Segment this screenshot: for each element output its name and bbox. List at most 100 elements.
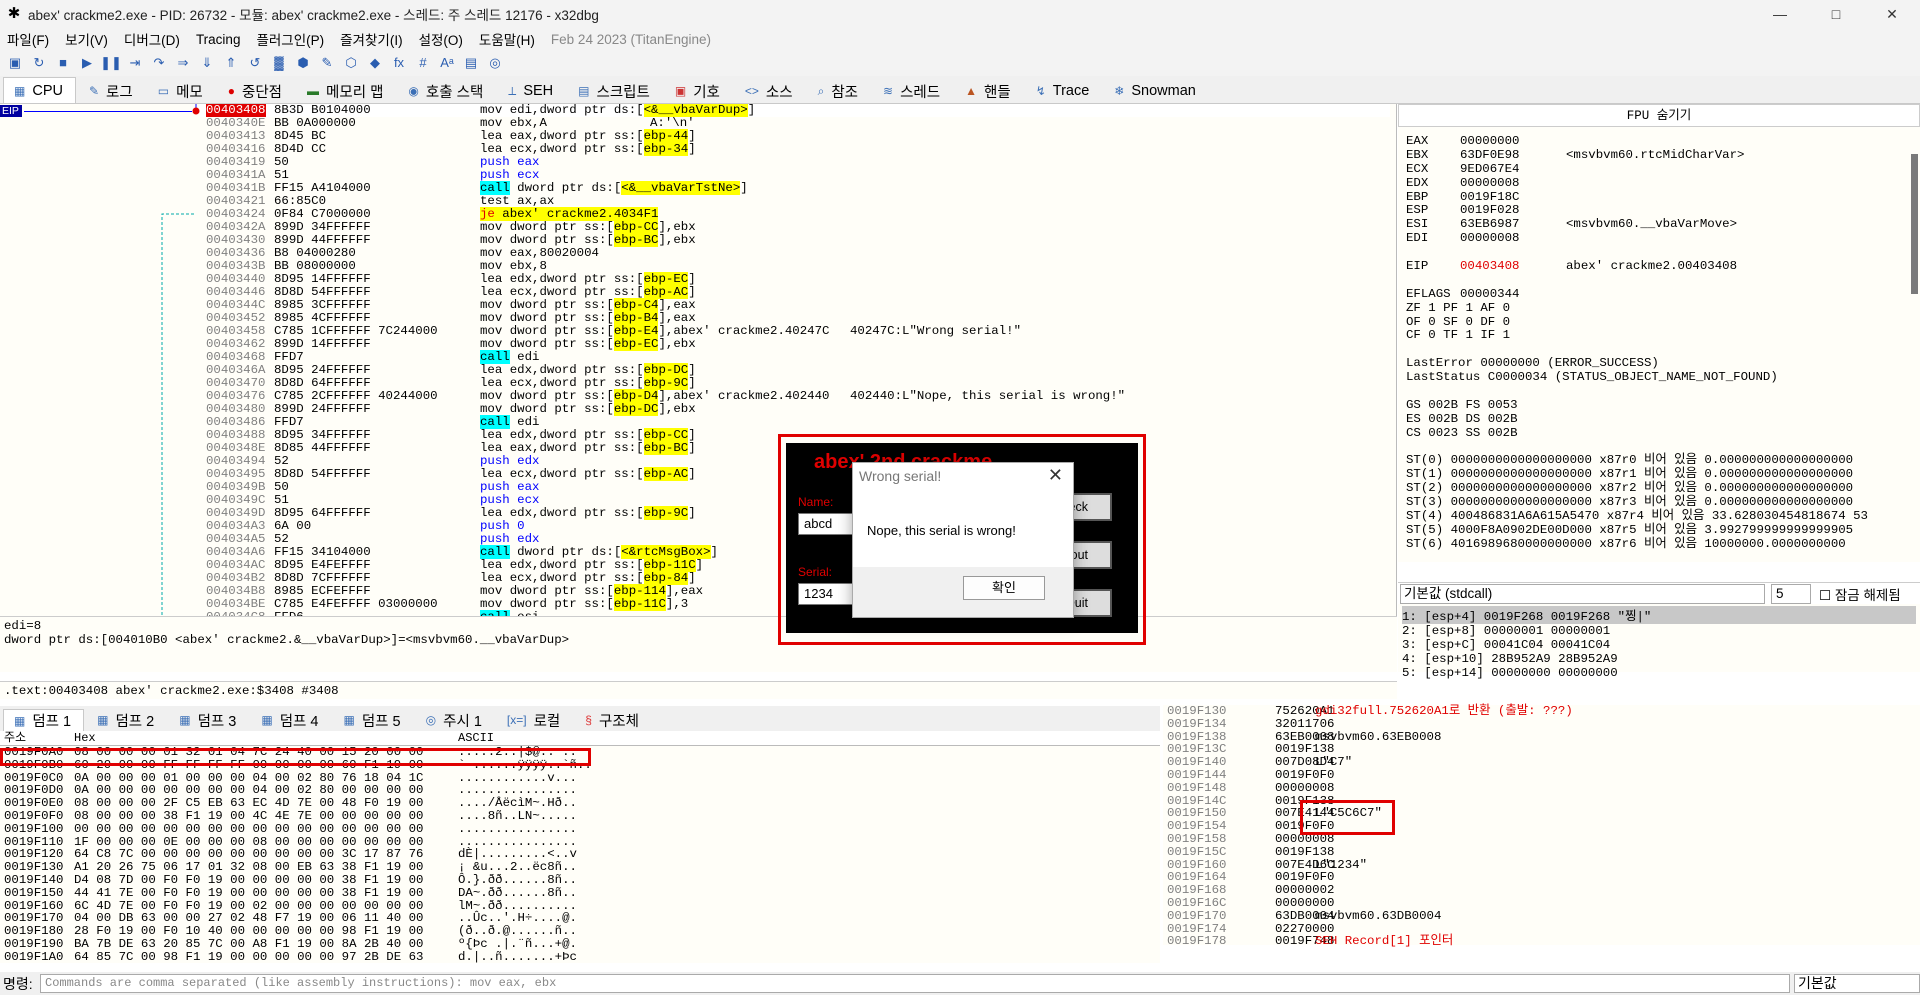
tab-handles[interactable]: ▲ 핸들	[955, 79, 1023, 103]
register-value[interactable]: 0019F18C	[1460, 190, 1520, 205]
tab-cpu[interactable]: ▦ CPU	[3, 77, 76, 103]
tab-script[interactable]: ▤ 스크립트	[568, 79, 662, 103]
menu-help[interactable]: 도움말(H)	[479, 29, 535, 49]
disasm-row[interactable]: 00403446 8D8D 54FFFFFF lea ecx,dword ptr s…	[200, 285, 1390, 299]
register-row[interactable]: ST(6) 4016989680000000000 x87r6 비어 있음 10…	[1406, 537, 1901, 552]
disasm-row[interactable]: 0040344C 8985 3CFFFFFF mov dword ptr ss:[e…	[200, 298, 1390, 312]
disasm-row[interactable]: 00403462 899D 14FFFFFF mov dword ptr ss:[e…	[200, 337, 1390, 351]
register-value[interactable]: 00000008	[1460, 231, 1520, 246]
tab-watch-1[interactable]: ◎ 주시 1	[416, 709, 494, 731]
disasm-row[interactable]: 0040346A 8D95 24FFFFFF lea edx,dword ptr s…	[200, 363, 1390, 377]
menu-favourites[interactable]: 즐겨찾기(I)	[340, 29, 402, 49]
run-icon[interactable]: ▶	[76, 52, 98, 74]
pause-icon[interactable]: ❚❚	[100, 52, 122, 74]
tab-dump-2[interactable]: ▦ 덤프 2	[87, 709, 166, 731]
stack-row[interactable]: 0019F134 32011706	[1163, 717, 1920, 731]
register-row[interactable]: EAX 00000000	[1406, 134, 1901, 149]
disasm-row[interactable]: 00403421 66:85C0 test ax,ax	[200, 195, 1390, 208]
tab-symbols[interactable]: ▣ 기호	[665, 79, 732, 103]
register-row[interactable]: LastStatus C0000034 (STATUS_OBJECT_NAME_…	[1406, 370, 1901, 385]
strings-icon[interactable]: Aᵃ	[436, 52, 458, 74]
tab-locals[interactable]: [x=] 로컬	[497, 709, 572, 731]
lock-checkbox[interactable]: ☐ 잠금 해제됨	[1819, 584, 1901, 604]
register-row[interactable]: EFLAGS 00000344	[1406, 287, 1901, 302]
stack-row[interactable]: 0019F148 00000008	[1163, 781, 1920, 795]
comment-icon[interactable]: ✎	[316, 52, 338, 74]
disasm-row[interactable]: 00403440 8D95 14FFFFFF lea edx,dword ptr s…	[200, 272, 1390, 286]
register-row[interactable]: ESI 63EB6987 <msvbvm60.__vbaVarMove>	[1406, 217, 1901, 232]
patch-icon[interactable]: ⬢	[292, 52, 314, 74]
register-row[interactable]: GS 002B FS 0053	[1406, 398, 1901, 413]
dump-row[interactable]: 0019F1A0 64 85 7C 00 98 F1 19 00 00 00 00…	[0, 950, 1160, 964]
globe-icon[interactable]: ◎	[484, 52, 506, 74]
disasm-row[interactable]: 00403424 0F84 C7000000 je abex' crackme2.4…	[200, 207, 1390, 221]
disassembly-pane[interactable]: EIP 00403408 8B3D B0104000 mov edi,dword p…	[0, 104, 1397, 616]
calling-convention-select[interactable]: 기본값 (stdcall)	[1400, 583, 1765, 604]
disasm-row[interactable]: 0040342A 899D 34FFFFFF mov dword ptr ss:[e…	[200, 220, 1390, 234]
step-into-icon[interactable]: ⇥	[124, 52, 146, 74]
dump-row[interactable]: 0019F140 D4 08 7D 00 F0 F0 19 00 00 00 00…	[0, 874, 1160, 887]
stack-row[interactable]: 0019F15C 0019F138	[1163, 845, 1920, 859]
register-value[interactable]: 00000000	[1460, 134, 1520, 149]
disasm-row[interactable]: 00403486 FFD7 call edi	[200, 415, 1390, 429]
disasm-row[interactable]: 00403476 C785 2CFFFFFF 40244000 mov dword …	[200, 389, 1390, 403]
register-row[interactable]: EDI 00000008	[1406, 231, 1901, 246]
register-row[interactable]	[1406, 246, 1901, 260]
register-row[interactable]: ECX 9ED067E4	[1406, 162, 1901, 177]
register-row[interactable]	[1406, 343, 1901, 357]
disasm-row[interactable]: 00403419 50 push eax	[200, 156, 1390, 169]
tab-breakpoints[interactable]: ● 중단점	[218, 79, 294, 103]
register-row[interactable]: OF 0 SF 0 DF 0	[1406, 315, 1901, 330]
register-row[interactable]: EDX 00000008	[1406, 176, 1901, 191]
tab-call-stack[interactable]: ◉ 호출 스택	[398, 79, 495, 103]
register-value[interactable]: 00000344	[1460, 287, 1520, 302]
menu-plugins[interactable]: 플러그인(P)	[256, 29, 324, 49]
tab-dump-3[interactable]: ▦ 덤프 3	[169, 709, 248, 731]
stack-row[interactable]: 0019F158 00000008	[1163, 833, 1920, 846]
tab-memory-map[interactable]: ▬ 메모리 맵	[297, 79, 395, 103]
disasm-row[interactable]: 00403480 899D 24FFFFFF mov dword ptr ss:[e…	[200, 402, 1390, 416]
register-row[interactable]: EBP 0019F18C	[1406, 190, 1901, 205]
tab-threads[interactable]: ≋ 스레드	[873, 79, 952, 103]
tab-log[interactable]: ✎ 로그	[79, 79, 145, 103]
register-row[interactable]: ST(4) 400486831A6A615A5470 x87r4 비어 있음 3…	[1406, 509, 1901, 524]
stack-row[interactable]: 0019F178 0019F748 SEH Record[1] 포인터	[1163, 935, 1920, 948]
step-over-icon[interactable]: ↷	[148, 52, 170, 74]
disasm-row[interactable]: 0040340E BB 0A000000 mov ebx,A A:'\n'	[200, 117, 1390, 130]
dump-row[interactable]: 0019F150 44 41 7E 00 F0 F0 19 00 00 00 00…	[0, 886, 1160, 900]
registers-pane[interactable]: FPU 숨기기 EAX 00000000 EBX 63DF0E98 <msvbvm60.…	[1398, 104, 1920, 562]
argument-count-spinner[interactable]: 5	[1771, 583, 1811, 604]
register-value[interactable]: 63EB6987	[1460, 217, 1520, 232]
menu-debug[interactable]: 디버그(D)	[124, 29, 180, 49]
disasm-row[interactable]: 0040343B BB 08000000 mov ebx,8	[200, 260, 1390, 273]
register-row[interactable]: CF 0 TF 1 IF 1	[1406, 329, 1901, 343]
disasm-row[interactable]: 0040341A 51 push ecx	[200, 169, 1390, 182]
disasm-row[interactable]: 00403468 FFD7 call edi	[200, 350, 1390, 364]
execute-till-return-icon[interactable]: ⇑	[220, 52, 242, 74]
tab-trace[interactable]: ↯ Trace	[1026, 79, 1102, 103]
trace-over-icon[interactable]: ⇓	[196, 52, 218, 74]
stack-row[interactable]: 0019F130 752620A1 gdi32full.752620A1로 반환 (…	[1163, 705, 1920, 718]
disasm-row[interactable]: 00403416 8D4D CC lea ecx,dword ptr ss:[ebp…	[200, 142, 1390, 156]
argument-row[interactable]: 2: [esp+8] 00000001 00000001	[1402, 624, 1916, 638]
register-row[interactable]: ES 002B DS 002B	[1406, 412, 1901, 427]
open-icon[interactable]: ▣	[4, 52, 26, 74]
hide-fpu-button[interactable]: FPU 숨기기	[1398, 104, 1920, 127]
bookmark-icon[interactable]: ◆	[364, 52, 386, 74]
scylla-icon[interactable]: ▓	[268, 52, 290, 74]
tab-source[interactable]: <> 소스	[735, 79, 805, 103]
register-row[interactable]: ST(3) 0000000000000000000 x87r3 비어 있음 0.…	[1406, 495, 1901, 510]
disasm-row[interactable]: 00403430 899D 44FFFFFF mov dword ptr ss:[e…	[200, 233, 1390, 247]
tab-struct[interactable]: § 구조체	[575, 709, 651, 731]
restart-icon[interactable]: ↻	[28, 52, 50, 74]
stack-pane[interactable]: 0019F130 752620A1 gdi32full.752620A1로 반환 (…	[1163, 705, 1920, 948]
registers-scrollbar[interactable]	[1911, 154, 1918, 294]
trace-into-icon[interactable]: ⇒	[172, 52, 194, 74]
register-row[interactable]: ZF 1 PF 1 AF 0	[1406, 301, 1901, 316]
register-row[interactable]: ESP 0019F028	[1406, 204, 1901, 218]
register-row[interactable]: ST(5) 4000F8A0902DE00D000 x87r5 비어 있음 3.…	[1406, 523, 1901, 538]
stop-icon[interactable]: ■	[52, 52, 74, 74]
run-to-user-code-icon[interactable]: ↺	[244, 52, 266, 74]
menu-options[interactable]: 설정(O)	[419, 29, 463, 49]
close-window-button[interactable]: ✕	[1864, 0, 1920, 28]
